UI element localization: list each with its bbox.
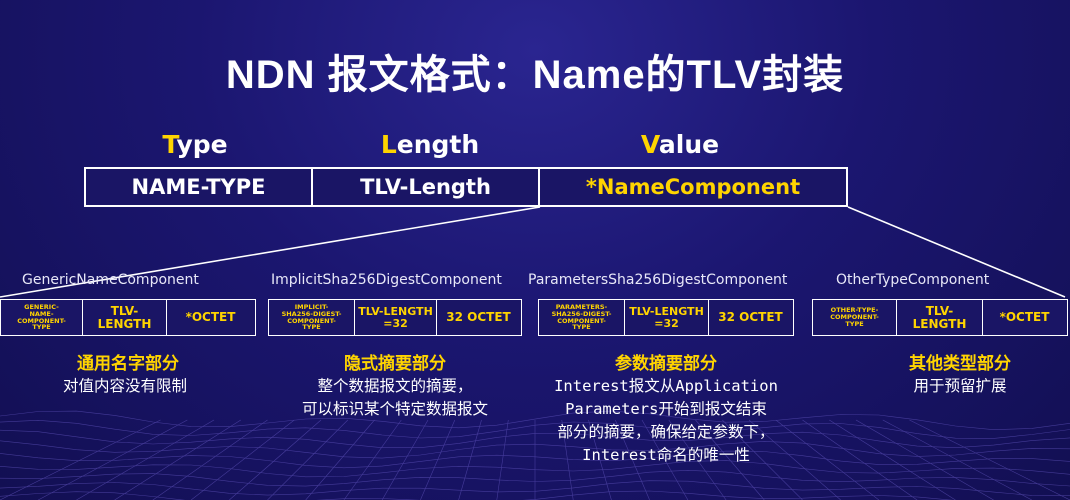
other-length-cell: TLV- LENGTH [897, 300, 983, 335]
tlv-row: NAME-TYPE TLV-Length *NameComponent [84, 167, 848, 207]
header-value-rest: alue [658, 130, 720, 159]
header-length-initial: L [380, 130, 397, 159]
tlv-value-cell: *NameComponent [585, 175, 801, 199]
desc-implicit-line-2: 可以标识某个特定数据报文 [301, 400, 488, 418]
generic-type-cell: GENERIC- NAME- COMPONENT- TYPE [1, 300, 83, 335]
parameters-value-cell: 32 OCTET [718, 310, 783, 325]
component-box-parameters: PARAMETERS- SHA256-DIGEST- COMPONENT- TY… [538, 299, 794, 336]
desc-other: 用于预留扩展 [860, 375, 1060, 398]
desc-parameters-line-1: Interest报文从Application [554, 377, 778, 395]
implicit-type-cell: IMPLICIT- SHA256-DIGEST- COMPONENT- TYPE [269, 300, 355, 335]
desc-other-line: 用于预留扩展 [913, 377, 1007, 395]
desc-parameters-line-2: Parameters开始到报文结束 [565, 400, 767, 418]
component-box-other: OTHER-TYPE- COMPONENT- TYPE TLV- LENGTH … [812, 299, 1068, 336]
implicit-value-cell: 32 OCTET [446, 310, 511, 325]
desc-generic: 对值内容没有限制 [0, 375, 250, 398]
header-type: Type [150, 130, 240, 159]
parameters-type-cell: PARAMETERS- SHA256-DIGEST- COMPONENT- TY… [539, 300, 625, 335]
other-type-cell: OTHER-TYPE- COMPONENT- TYPE [813, 300, 897, 335]
desc-implicit-line-1: 整个数据报文的摘要， [317, 377, 473, 395]
tlv-length-cell: TLV-Length [313, 169, 540, 205]
category-other: 其他类型部分 [909, 354, 1011, 374]
implicit-length-cell: TLV-LENGTH =32 [355, 300, 437, 335]
header-type-initial: T [162, 130, 177, 159]
header-value-initial: V [640, 130, 659, 159]
tlv-type-cell: NAME-TYPE [86, 169, 313, 205]
generic-value-cell: *OCTET [185, 310, 236, 325]
desc-parameters-line-4: Interest命名的唯一性 [582, 446, 750, 464]
header-length: Length [360, 130, 500, 159]
component-box-implicit: IMPLICIT- SHA256-DIGEST- COMPONENT- TYPE… [268, 299, 522, 336]
component-name-parameters: ParametersSha256DigestComponent [528, 272, 788, 288]
component-name-implicit: ImplicitSha256DigestComponent [271, 272, 502, 288]
desc-implicit: 整个数据报文的摘要， 可以标识某个特定数据报文 [262, 375, 528, 421]
component-name-generic: GenericNameComponent [22, 272, 199, 288]
category-generic: 通用名字部分 [77, 354, 179, 374]
parameters-length-cell: TLV-LENGTH =32 [625, 300, 709, 335]
category-implicit: 隐式摘要部分 [344, 354, 446, 374]
other-value-cell: *OCTET [999, 310, 1050, 325]
page-title: NDN 报文格式：Name的TLV封装 [225, 53, 845, 97]
header-type-rest: ype [176, 130, 228, 159]
category-parameters: 参数摘要部分 [615, 354, 717, 374]
component-name-other: OtherTypeComponent [836, 272, 990, 288]
generic-length-cell: TLV- LENGTH [83, 300, 167, 335]
desc-parameters: Interest报文从Application Parameters开始到报文结束… [518, 375, 814, 467]
component-box-generic: GENERIC- NAME- COMPONENT- TYPE TLV- LENG… [0, 299, 256, 336]
header-length-rest: ength [396, 130, 480, 159]
desc-parameters-line-3: 部分的摘要，确保给定参数下， [557, 423, 775, 441]
desc-generic-line: 对值内容没有限制 [62, 377, 187, 395]
header-value: Value [625, 130, 735, 159]
